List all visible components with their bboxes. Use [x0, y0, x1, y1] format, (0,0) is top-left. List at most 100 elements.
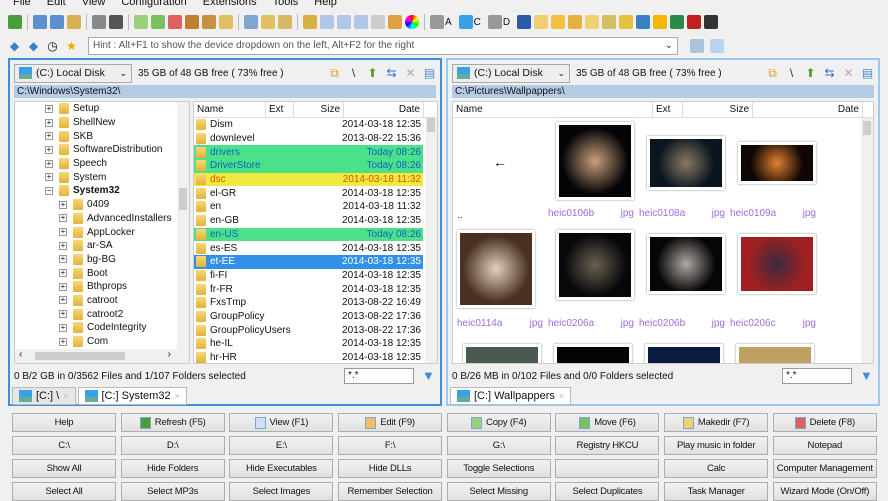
history-icon[interactable]: ◷: [46, 39, 59, 53]
toolbar-button-icon[interactable]: [517, 15, 532, 29]
toolbar-button-icon[interactable]: [33, 15, 47, 29]
filter-input[interactable]: *.*: [782, 368, 852, 384]
command-button-g[interactable]: G:\: [446, 436, 551, 455]
command-button-view-f1[interactable]: View (F1): [229, 413, 334, 432]
command-button-hide-executables[interactable]: Hide Executables: [229, 459, 334, 478]
toolbar-button-icon[interactable]: [67, 15, 81, 29]
scroll-left-icon[interactable]: ‹: [19, 349, 22, 360]
expand-icon[interactable]: +: [45, 132, 53, 141]
toolbar-button-icon[interactable]: [261, 15, 275, 29]
expand-icon[interactable]: +: [45, 159, 53, 168]
command-button-select-missing[interactable]: Select Missing: [446, 482, 551, 501]
toolbar-button-icon[interactable]: [92, 15, 106, 29]
expand-icon[interactable]: +: [59, 241, 67, 250]
thumbnail-item[interactable]: heic0206c jpg: [728, 228, 818, 338]
expand-icon[interactable]: +: [45, 173, 53, 182]
column-name[interactable]: Name: [194, 102, 266, 117]
command-button-calc[interactable]: Calc: [664, 459, 769, 478]
toolbar-button-icon[interactable]: [551, 15, 566, 29]
toolbar-button-icon[interactable]: [202, 15, 216, 29]
command-button-delete-f8[interactable]: Delete (F8): [772, 413, 877, 432]
disconnect-icon[interactable]: ✕: [842, 66, 855, 80]
command-button-c[interactable]: C:\: [12, 436, 116, 455]
scroll-thumb[interactable]: [179, 188, 187, 210]
command-button-makedir-f7[interactable]: Makedir (F7): [664, 413, 769, 432]
toolbar-button-icon[interactable]: [134, 15, 148, 29]
file-row[interactable]: GroupPolicy 2013-08-22 17:36: [194, 310, 423, 324]
command-button-e[interactable]: E:\: [229, 436, 334, 455]
parent-dir-item[interactable]: ←..: [455, 118, 545, 228]
tab[interactable]: [C:] \ ×: [12, 387, 76, 405]
toolbar-button-icon[interactable]: [320, 15, 334, 29]
tree-item[interactable]: + Bthprops: [45, 280, 189, 294]
tree-scrollbar[interactable]: [177, 102, 189, 349]
expand-icon[interactable]: +: [59, 296, 67, 305]
layout-icon[interactable]: ▤: [861, 66, 874, 80]
menu-help[interactable]: Help: [313, 0, 338, 10]
tree-item[interactable]: + Speech: [45, 157, 189, 171]
disconnect-icon[interactable]: ✕: [404, 66, 417, 80]
menu-configuration[interactable]: Configuration: [120, 0, 187, 10]
parent-folder-icon[interactable]: ⬆: [366, 66, 379, 80]
tree-item[interactable]: + ShellNew: [45, 116, 189, 130]
command-button-d[interactable]: D:\: [120, 436, 225, 455]
parent-folder-icon[interactable]: ⬆: [804, 66, 817, 80]
copy-path-icon[interactable]: [690, 39, 704, 53]
expand-icon[interactable]: +: [59, 255, 67, 264]
toolbar-button-icon[interactable]: [278, 15, 292, 29]
toolbar-button-icon[interactable]: [337, 15, 351, 29]
tab[interactable]: [C:] System32 ×: [77, 387, 187, 405]
root-icon[interactable]: \: [785, 66, 798, 80]
tree-item[interactable]: + SKB: [45, 129, 189, 143]
path-bar[interactable]: C:\Pictures\Wallpappers\: [452, 85, 874, 98]
thumbnail-item[interactable]: heic0206b jpg: [637, 228, 727, 338]
command-button-move-f6[interactable]: Move (F6): [555, 413, 660, 432]
thumbnail-item[interactable]: heic0109a jpg: [728, 118, 818, 228]
tree-item[interactable]: − System32: [45, 184, 189, 198]
command-button-select-all[interactable]: Select All: [12, 482, 116, 501]
menu-view[interactable]: View: [81, 0, 107, 10]
scroll-thumb[interactable]: [35, 352, 125, 360]
toolbar-button-icon[interactable]: [405, 15, 419, 29]
root-icon[interactable]: \: [347, 66, 360, 80]
command-button-select-duplicates[interactable]: Select Duplicates: [555, 482, 660, 501]
toolbar-button-icon[interactable]: [619, 15, 634, 29]
file-row[interactable]: et-EE 2014-03-18 12:35: [194, 254, 423, 269]
toolbar-button-icon[interactable]: [670, 15, 685, 29]
tree-item[interactable]: + AppLocker: [45, 225, 189, 239]
file-row[interactable]: en-GB 2014-03-18 12:35: [194, 214, 423, 228]
file-row[interactable]: en 2014-03-18 11:32: [194, 200, 423, 214]
scroll-right-icon[interactable]: ›: [168, 349, 171, 360]
toolbar-button-icon[interactable]: [388, 15, 402, 29]
filter-input[interactable]: *.*: [344, 368, 414, 384]
tree-item[interactable]: + catroot2: [45, 307, 189, 321]
column-date[interactable]: Date: [344, 102, 424, 117]
thumbnail-scrollbar[interactable]: [861, 118, 873, 363]
file-row[interactable]: en-US Today 08:26: [194, 227, 423, 242]
sync-icon[interactable]: ⇆: [385, 66, 398, 80]
command-button-copy-f4[interactable]: Copy (F4): [446, 413, 551, 432]
toolbar-button-icon[interactable]: [219, 15, 233, 29]
expand-icon[interactable]: +: [59, 228, 67, 237]
scroll-thumb[interactable]: [427, 118, 435, 132]
file-row[interactable]: fr-FR 2014-03-18 12:35: [194, 282, 423, 296]
thumbnail-item[interactable]: heic0206a jpg: [546, 228, 636, 338]
folders-icon[interactable]: ⧉: [328, 66, 341, 80]
tree-item[interactable]: + AdvancedInstallers: [45, 212, 189, 226]
command-button-wizard-mode-on-off[interactable]: Wizard Mode (On/Off): [772, 482, 877, 501]
favorites-star-icon[interactable]: ★: [65, 39, 78, 53]
drive-dropdown[interactable]: (C:) Local Disk ⌄: [452, 63, 570, 83]
toolbar-button-icon[interactable]: [430, 15, 444, 29]
file-row[interactable]: es-ES 2014-03-18 12:35: [194, 241, 423, 255]
tab[interactable]: [C:] Wallpappers ×: [450, 387, 572, 405]
tree-item[interactable]: + Setup: [45, 102, 189, 116]
menu-extensions[interactable]: Extensions: [202, 0, 258, 10]
menu-file[interactable]: File: [12, 0, 32, 10]
command-button-toggle-selections[interactable]: Toggle Selections: [446, 459, 551, 478]
thumbnail-item[interactable]: heic0114a jpg: [455, 228, 545, 338]
file-row[interactable]: he-IL 2014-03-18 12:35: [194, 337, 423, 351]
close-tab-icon[interactable]: ×: [559, 391, 564, 401]
tree-item[interactable]: +0409: [45, 198, 189, 212]
command-button-help[interactable]: Help: [12, 413, 116, 432]
toolbar-button-icon[interactable]: [185, 15, 199, 29]
